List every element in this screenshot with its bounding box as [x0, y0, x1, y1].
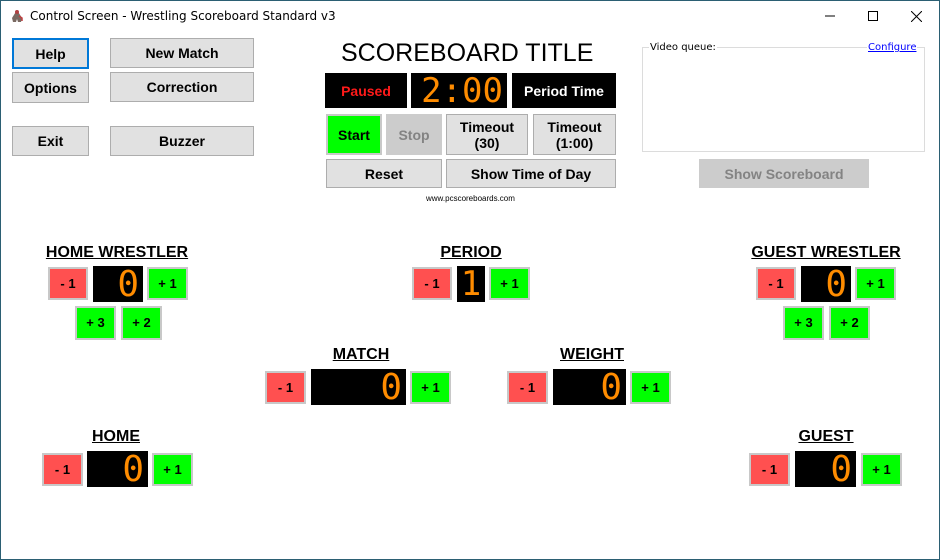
home-label: HOME: [92, 428, 140, 445]
home-wrestler-score-display: 0: [93, 263, 143, 305]
video-queue-label: Video queue:: [649, 42, 717, 53]
weight-minus1-button[interactable]: - 1: [507, 371, 548, 404]
weight-label: WEIGHT: [560, 346, 624, 363]
guest-wrestler-plus3-button[interactable]: + 3: [783, 306, 824, 340]
stop-button[interactable]: Stop: [386, 114, 442, 155]
configure-link[interactable]: Configure: [867, 42, 918, 53]
minimize-icon: [825, 15, 835, 17]
window-title: Control Screen - Wrestling Scoreboard St…: [30, 9, 336, 23]
timeout-30-button[interactable]: Timeout (30): [446, 114, 528, 155]
home-wrestler-minus1-button[interactable]: - 1: [48, 267, 88, 300]
help-button[interactable]: Help: [12, 38, 89, 69]
guest-wrestler-score: 0: [825, 263, 847, 305]
clock-mode: Period Time: [524, 82, 604, 99]
control-screen-window: Control Screen - Wrestling Scoreboard St…: [0, 0, 940, 560]
weight-display: 0: [553, 366, 626, 408]
guest-wrestler-label: GUEST WRESTLER: [751, 244, 901, 261]
weight-value: 0: [600, 366, 622, 408]
buzzer-button[interactable]: Buzzer: [110, 126, 254, 156]
show-scoreboard-button[interactable]: Show Scoreboard: [699, 159, 869, 188]
home-wrestler-label: HOME WRESTLER: [45, 244, 189, 261]
wrestler-app-icon: [10, 9, 24, 23]
timeout-30-line1: Timeout: [459, 118, 515, 135]
home-wrestler-plus3-button[interactable]: + 3: [75, 306, 116, 340]
show-time-of-day-button[interactable]: Show Time of Day: [446, 159, 616, 188]
guest-value: 0: [830, 448, 852, 490]
video-queue-list[interactable]: [642, 47, 925, 152]
scoreboard-title: SCOREBOARD TITLE: [341, 39, 594, 67]
home-plus1-button[interactable]: + 1: [152, 453, 193, 486]
period-value: 1: [460, 264, 482, 304]
timeout-30-line2: (30): [474, 134, 500, 151]
timeout-100-button[interactable]: Timeout (1:00): [533, 114, 616, 155]
reset-button[interactable]: Reset: [326, 159, 442, 188]
guest-wrestler-plus2-button[interactable]: + 2: [829, 306, 870, 340]
home-wrestler-plus1-button[interactable]: + 1: [147, 267, 188, 300]
match-display: 0: [311, 366, 406, 408]
timeout-100-line1: Timeout: [547, 118, 602, 135]
new-match-button[interactable]: New Match: [110, 38, 254, 68]
home-wrestler-score: 0: [117, 263, 139, 305]
timeout-100-line2: (1:00): [555, 134, 594, 151]
clock-mode-display: Period Time: [512, 73, 616, 108]
guest-plus1-button[interactable]: + 1: [861, 453, 902, 486]
guest-wrestler-plus1-button[interactable]: + 1: [855, 267, 896, 300]
period-display: 1: [457, 264, 485, 304]
match-label: MATCH: [332, 346, 390, 363]
match-plus1-button[interactable]: + 1: [410, 371, 451, 404]
guest-minus1-button[interactable]: - 1: [749, 453, 790, 486]
exit-button[interactable]: Exit: [12, 126, 89, 156]
correction-button[interactable]: Correction: [110, 72, 254, 102]
options-button[interactable]: Options: [12, 72, 89, 103]
guest-display: 0: [795, 448, 856, 490]
clock-display: 2:00: [411, 70, 507, 111]
period-label: PERIOD: [440, 244, 502, 261]
maximize-icon: [868, 11, 878, 21]
close-button[interactable]: [893, 1, 939, 31]
match-minus1-button[interactable]: - 1: [265, 371, 306, 404]
home-display: 0: [87, 448, 148, 490]
period-plus1-button[interactable]: + 1: [489, 267, 530, 300]
home-value: 0: [122, 448, 144, 490]
clock-status-display: Paused: [325, 73, 407, 108]
clock-status: Paused: [341, 82, 391, 99]
website-url: www.pcscoreboards.com: [426, 194, 515, 203]
start-button[interactable]: Start: [326, 114, 382, 155]
close-icon: [910, 10, 922, 22]
weight-plus1-button[interactable]: + 1: [630, 371, 671, 404]
clock-time: 2:00: [421, 70, 503, 111]
match-value: 0: [380, 366, 402, 408]
guest-wrestler-score-display: 0: [801, 263, 851, 305]
home-wrestler-plus2-button[interactable]: + 2: [121, 306, 162, 340]
home-minus1-button[interactable]: - 1: [42, 453, 83, 486]
minimize-button[interactable]: [807, 1, 853, 31]
guest-wrestler-minus1-button[interactable]: - 1: [756, 267, 796, 300]
guest-label: GUEST: [798, 428, 854, 445]
maximize-button[interactable]: [850, 1, 896, 31]
period-minus1-button[interactable]: - 1: [412, 267, 452, 300]
title-bar: Control Screen - Wrestling Scoreboard St…: [1, 1, 939, 31]
